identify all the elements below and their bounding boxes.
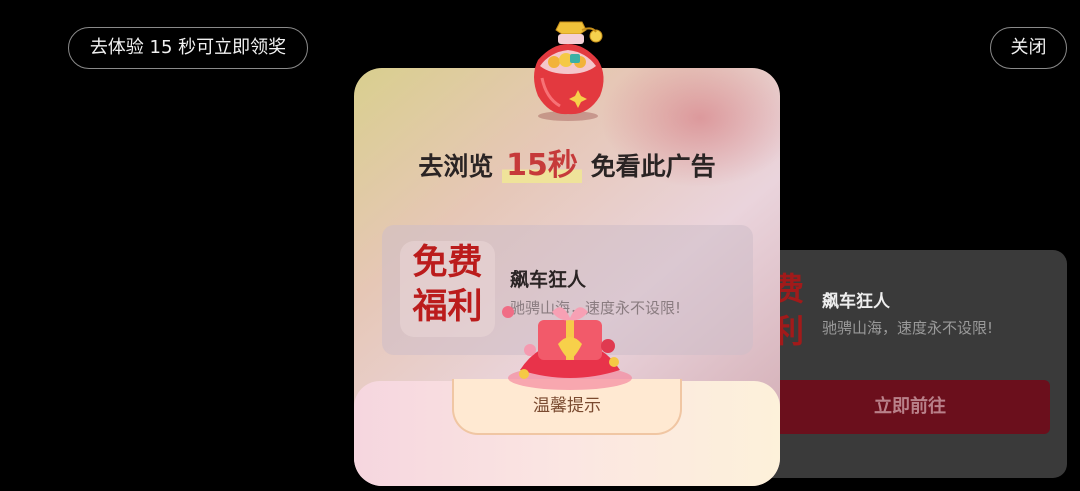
close-button[interactable]: 关闭 [990, 27, 1067, 69]
tip-panel: 温馨提示 [354, 379, 780, 486]
reward-popup: 去浏览 15秒 免看此广告 免费 福利 飙车狂人 驰骋山海，速度永不设限! 温馨… [354, 68, 780, 486]
skip-reward-button[interactable]: 去体验 15 秒可立即领奖 [68, 27, 308, 69]
popup-ad-title: 飙车狂人 [510, 269, 587, 291]
badge-line1: 免费 [412, 243, 483, 283]
free-benefit-badge: 免费 福利 [400, 241, 495, 337]
treasure-jar-icon [534, 21, 604, 121]
popup-title-prefix: 去浏览 [418, 152, 494, 181]
gift-box-icon [502, 306, 632, 390]
go-now-button[interactable]: 立即前往 [770, 380, 1050, 434]
background-ad-description: 驰骋山海，速度永不设限! [822, 319, 994, 337]
badge-line2: 福利 [412, 287, 483, 327]
popup-title-suffix: 免看此广告 [590, 152, 716, 181]
popup-title-highlight: 15秒 [502, 148, 582, 183]
popup-title: 去浏览 15秒 免看此广告 [354, 140, 780, 184]
background-ad-title: 飙车狂人 [822, 292, 890, 312]
